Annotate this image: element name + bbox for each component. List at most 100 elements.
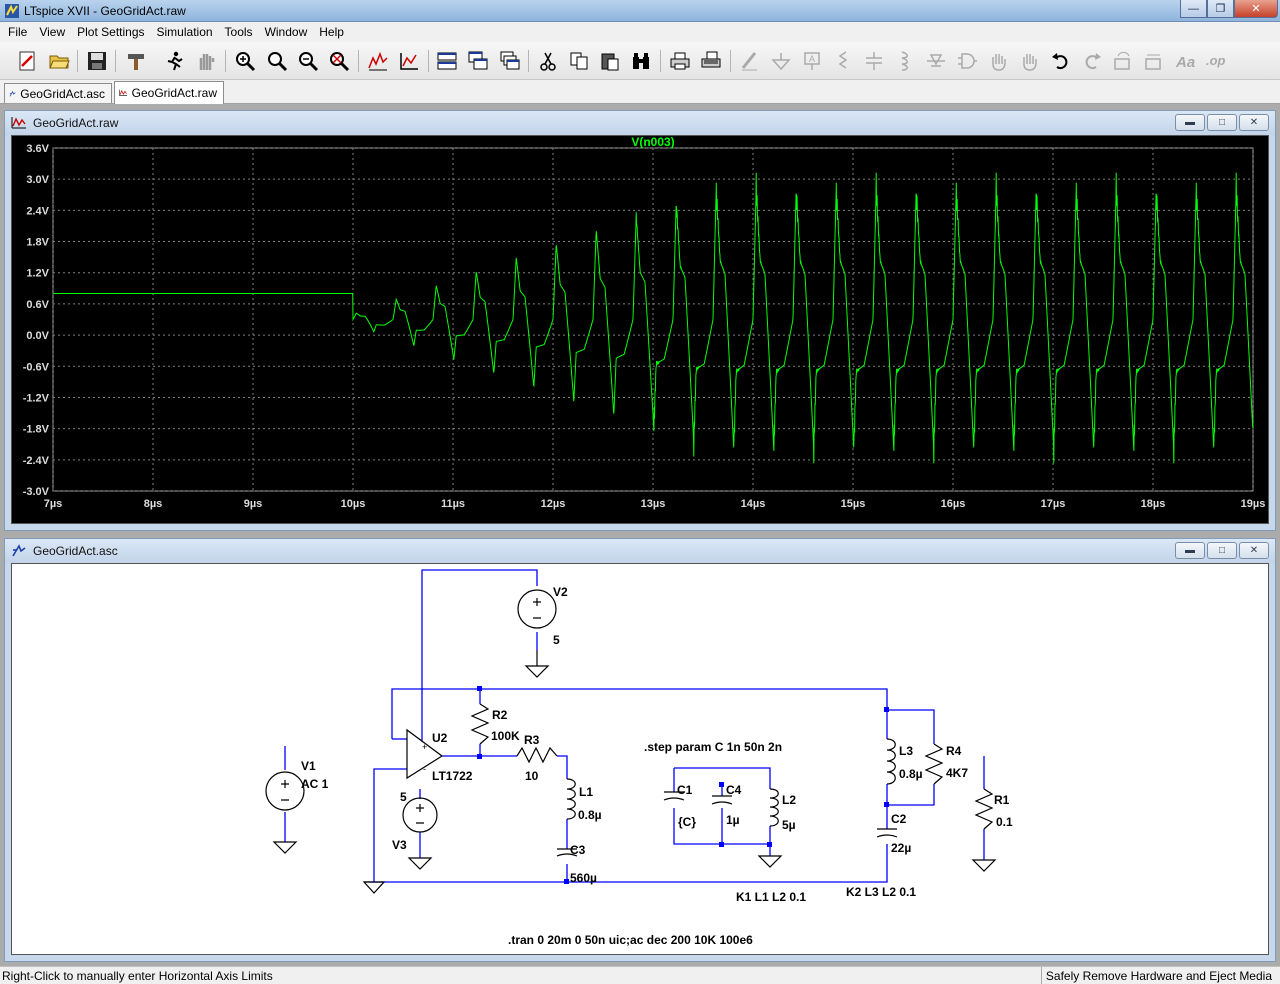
x-tick-label: 12µs — [541, 498, 566, 510]
inductor-button[interactable] — [892, 48, 918, 74]
autorange-button[interactable] — [365, 48, 391, 74]
plot-close-button[interactable]: ✕ — [1239, 114, 1269, 131]
control-panel-button[interactable] — [123, 48, 149, 74]
ground-button[interactable] — [768, 48, 794, 74]
tile-vertical-icon — [468, 51, 488, 70]
label-c3: C3 — [570, 843, 586, 857]
diode-button[interactable] — [923, 48, 949, 74]
text-button[interactable]: Aa — [1172, 48, 1198, 74]
spice-directive-icon: .op — [1206, 53, 1226, 68]
capacitor-button[interactable] — [861, 48, 887, 74]
rotate-button[interactable] — [1110, 48, 1136, 74]
waveform-plot-area[interactable]: 3.6V 3.0V 2.4V 1.8V 1.2V 0.6V 0.0V -0.6V -1.2V -1… — [11, 135, 1269, 524]
halt-button[interactable] — [193, 48, 219, 74]
minimize-button[interactable]: — — [1180, 0, 1207, 18]
zoom-pan-button[interactable] — [264, 48, 290, 74]
open-button[interactable] — [46, 48, 72, 74]
component-button[interactable] — [954, 48, 980, 74]
move-button[interactable] — [986, 48, 1012, 74]
maximize-button[interactable]: ❐ — [1207, 0, 1234, 18]
new-schematic-icon — [19, 51, 35, 71]
label-net-button[interactable]: A — [799, 48, 825, 74]
undo-button[interactable] — [1048, 48, 1074, 74]
plot-window: GeoGridAct.raw ▬ □ ✕ 3.6V 3.0V 2.4V 1.8V 1.2… — [4, 110, 1276, 531]
close-button[interactable]: ✕ — [1234, 0, 1278, 18]
label-r2-value: 100K — [491, 729, 520, 743]
print-preview-button[interactable] — [698, 48, 724, 74]
x-tick-label: 11µs — [441, 498, 465, 510]
printer-icon — [670, 52, 690, 70]
text-icon: Aa — [1175, 54, 1195, 71]
minimize-icon: ▬ — [1185, 117, 1195, 128]
directive-tran[interactable]: .tran 0 20m 0 50n uic;ac dec 200 10K 100… — [508, 933, 753, 947]
cascade-windows-icon — [500, 51, 520, 70]
zoom-in-button[interactable] — [232, 48, 258, 74]
tile-horizontal-button[interactable] — [434, 48, 460, 74]
label-l2-value: 5µ — [782, 818, 796, 832]
waveform-chart[interactable]: 3.6V 3.0V 2.4V 1.8V 1.2V 0.6V 0.0V -0.6V -1.2V -1… — [12, 135, 1270, 525]
open-folder-icon — [49, 55, 70, 69]
x-tick-label: 13µs — [641, 498, 666, 510]
zoom-full-button[interactable] — [326, 48, 352, 74]
menu-window[interactable]: Window — [259, 22, 314, 42]
label-r4-value: 4K7 — [946, 766, 968, 780]
label-c3-value: 560µ — [570, 871, 597, 885]
find-button[interactable] — [628, 48, 654, 74]
label-l3-value: 0.8µ — [899, 767, 923, 781]
plot-maximize-button[interactable]: □ — [1207, 114, 1237, 131]
clipboard-icon — [601, 53, 619, 71]
plot-minimize-button[interactable]: ▬ — [1175, 114, 1205, 131]
restore-icon: ❐ — [1215, 3, 1226, 15]
plot-window-titlebar[interactable]: GeoGridAct.raw ▬ □ ✕ — [5, 111, 1275, 135]
schematic-window: GeoGridAct.asc ▬ □ ✕ V2 5 R2 100K R3 10 … — [4, 538, 1276, 962]
menu-bar: File View Plot Settings Simulation Tools… — [0, 22, 1280, 42]
tab-waveform[interactable]: GeoGridAct.raw — [114, 81, 224, 104]
label-r3-value: 10 — [525, 769, 539, 783]
schematic-minimize-button[interactable]: ▬ — [1175, 542, 1205, 559]
menu-plot-settings[interactable]: Plot Settings — [71, 22, 150, 42]
menu-tools[interactable]: Tools — [219, 22, 259, 42]
menu-view[interactable]: View — [33, 22, 71, 42]
waveform-icon — [119, 89, 128, 96]
label-v2-value: 5 — [553, 633, 560, 647]
resistor-button[interactable] — [830, 48, 856, 74]
directive-step[interactable]: .step param C 1n 50n 2n — [644, 740, 782, 754]
new-schematic-button[interactable] — [14, 48, 40, 74]
pencil-icon — [741, 52, 757, 71]
run-button[interactable] — [161, 48, 187, 74]
menu-simulation[interactable]: Simulation — [151, 22, 219, 42]
zoom-out-button[interactable] — [295, 48, 321, 74]
mirror-button[interactable] — [1141, 48, 1167, 74]
cascade-button[interactable] — [497, 48, 523, 74]
directive-k2[interactable]: K2 L3 L2 0.1 — [846, 885, 916, 899]
spice-directive-button[interactable]: .op — [1203, 48, 1229, 74]
copy-button[interactable] — [566, 48, 592, 74]
save-button[interactable] — [84, 48, 110, 74]
directive-k1[interactable]: K1 L1 L2 0.1 — [736, 890, 806, 904]
schematic-canvas[interactable]: V2 5 R2 100K R3 10 U2 LT1722 V1 AC 1 5 V… — [11, 563, 1269, 955]
tab-schematic[interactable]: GeoGridAct.asc — [4, 83, 112, 103]
redo-button[interactable] — [1079, 48, 1105, 74]
schematic-drawing[interactable]: V2 5 R2 100K R3 10 U2 LT1722 V1 AC 1 5 V… — [12, 564, 1270, 956]
x-tick-label: 15µs — [841, 498, 866, 510]
tile-vertical-button[interactable] — [465, 48, 491, 74]
schematic-window-titlebar[interactable]: GeoGridAct.asc ▬ □ ✕ — [5, 539, 1275, 563]
label-v1: V1 — [301, 759, 316, 773]
plot-settings-button[interactable] — [396, 48, 422, 74]
plot-window-title: GeoGridAct.raw — [33, 116, 119, 130]
menu-help[interactable]: Help — [313, 22, 350, 42]
draw-wire-button[interactable] — [737, 48, 763, 74]
label-r1: R1 — [994, 793, 1010, 807]
x-tick-label: 8µs — [144, 498, 163, 510]
label-v1-value: AC 1 — [301, 777, 329, 791]
label-c1-value: {C} — [678, 815, 696, 829]
schematic-close-button[interactable]: ✕ — [1239, 542, 1269, 559]
paste-button[interactable] — [597, 48, 623, 74]
menu-file[interactable]: File — [2, 22, 33, 42]
cut-button[interactable] — [535, 48, 561, 74]
label-v2: V2 — [553, 585, 568, 599]
drag-button[interactable] — [1017, 48, 1043, 74]
print-button[interactable] — [667, 48, 693, 74]
label-l3: L3 — [899, 744, 913, 758]
schematic-maximize-button[interactable]: □ — [1207, 542, 1237, 559]
